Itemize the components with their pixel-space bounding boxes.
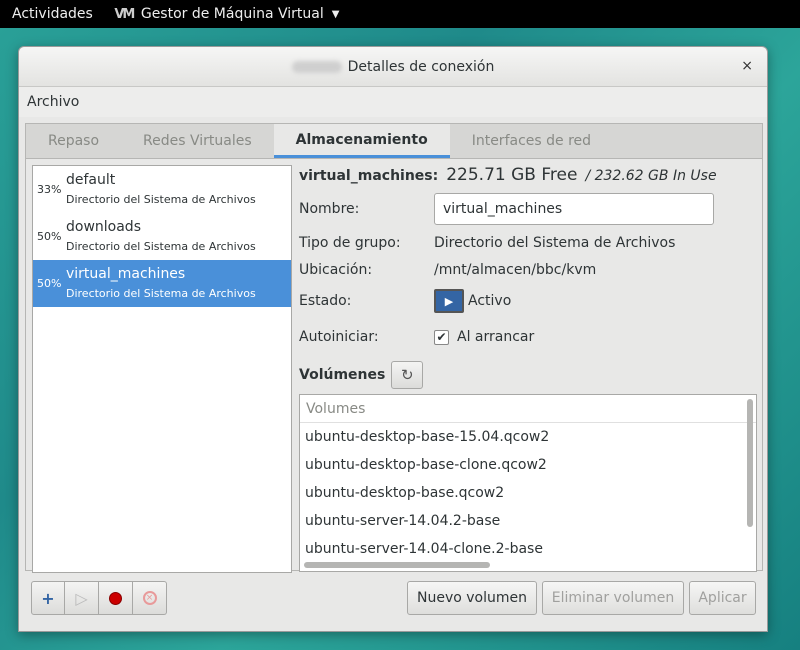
pool-type: Directorio del Sistema de Archivos	[66, 240, 256, 253]
state-value: Activo	[468, 293, 512, 309]
pool-type: Directorio del Sistema de Archivos	[66, 287, 256, 300]
tab-bar: Repaso Redes Virtuales Almacenamiento In…	[25, 123, 763, 159]
virt-manager-logo-icon: VM	[114, 6, 135, 22]
app-menu[interactable]: VM Gestor de Máquina Virtual ▼	[105, 4, 340, 24]
name-row: Nombre:	[299, 193, 714, 225]
refresh-volumes-button[interactable]: ↻	[391, 361, 424, 389]
volumes-list: Volumes ubuntu-desktop-base-15.04.qcow2 …	[299, 394, 757, 572]
pool-name: virtual_machines	[66, 266, 186, 282]
tab-virtual-networks[interactable]: Redes Virtuales	[121, 124, 274, 158]
record-icon	[109, 591, 122, 605]
type-value: Directorio del Sistema de Archivos	[434, 235, 676, 251]
stop-pool-button[interactable]	[99, 581, 133, 615]
connection-details-window: Detalles de conexión × Archivo Repaso Re…	[18, 46, 768, 632]
pool-item-default[interactable]: 33% default Directorio del Sistema de Ar…	[33, 166, 291, 213]
vertical-scrollbar[interactable]	[747, 399, 753, 527]
tab-overview[interactable]: Repaso	[26, 124, 121, 158]
location-value: /mnt/almacen/bbc/kvm	[434, 262, 597, 278]
pool-item-virtual-machines[interactable]: 50% virtual_machines Directorio del Sist…	[33, 260, 291, 307]
location-row: Ubicación: /mnt/almacen/bbc/kvm	[299, 262, 596, 278]
pool-usage-percent: 33%	[37, 183, 62, 196]
pool-name: default	[66, 172, 116, 188]
volumes-header-row: Volúmenes ↻	[299, 361, 424, 389]
list-item[interactable]: ubuntu-server-14.04-clone.2-base	[300, 535, 756, 563]
storage-panel: 33% default Directorio del Sistema de Ar…	[25, 159, 763, 573]
app-name: Gestor de Máquina Virtual	[140, 6, 324, 22]
list-item[interactable]: ubuntu-desktop-base-clone.qcow2	[300, 451, 756, 479]
start-pool-button[interactable]: ▷	[65, 581, 99, 615]
pool-usage-percent: 50%	[37, 277, 62, 290]
close-icon[interactable]: ×	[741, 58, 753, 74]
title-bar: Detalles de conexión ×	[19, 47, 767, 87]
new-volume-button[interactable]: Nuevo volumen	[407, 581, 537, 615]
play-icon: ▷	[75, 588, 88, 608]
volumes-column-header[interactable]: Volumes	[300, 395, 756, 423]
pool-in-use: / 232.62 GB In Use	[585, 168, 717, 184]
state-label: Estado:	[299, 293, 352, 309]
top-bar: Actividades VM Gestor de Máquina Virtual…	[0, 0, 800, 28]
menu-bar: Archivo	[19, 87, 767, 117]
pool-free-space: 225.71 GB Free	[446, 165, 578, 185]
delete-pool-button[interactable]: ×	[133, 581, 167, 615]
blurred-host-name	[291, 60, 342, 73]
pool-summary: virtual_machines: 225.71 GB Free / 232.6…	[299, 165, 759, 189]
delete-volume-button[interactable]: Eliminar volumen	[542, 581, 684, 615]
monitor-play-icon: ▶	[434, 289, 464, 313]
autostart-value: Al arrancar	[457, 329, 535, 345]
list-item[interactable]: ubuntu-desktop-base.qcow2	[300, 479, 756, 507]
refresh-icon: ↻	[401, 366, 414, 384]
type-label: Tipo de grupo:	[299, 235, 401, 251]
volumes-label: Volúmenes	[299, 367, 386, 383]
autostart-row: Autoiniciar: ✔ Al arrancar	[299, 329, 534, 345]
type-row: Tipo de grupo: Directorio del Sistema de…	[299, 235, 675, 251]
delete-icon: ×	[142, 591, 157, 605]
state-row: Estado: ▶ Activo	[299, 289, 511, 313]
pool-item-downloads[interactable]: 50% downloads Directorio del Sistema de …	[33, 213, 291, 260]
apply-button[interactable]: Aplicar	[689, 581, 756, 615]
pool-toolbar: + ▷ ×	[31, 581, 167, 615]
pool-name: downloads	[66, 219, 141, 235]
add-pool-button[interactable]: +	[31, 581, 65, 615]
menu-file[interactable]: Archivo	[27, 94, 79, 110]
selected-pool-name: virtual_machines:	[299, 168, 439, 184]
horizontal-scrollbar[interactable]	[304, 562, 490, 568]
location-label: Ubicación:	[299, 262, 373, 278]
plus-icon: +	[41, 588, 55, 608]
autostart-checkbox[interactable]: ✔	[434, 329, 449, 345]
name-label: Nombre:	[299, 201, 360, 217]
list-item[interactable]: ubuntu-desktop-base-15.04.qcow2	[300, 423, 756, 451]
tab-storage[interactable]: Almacenamiento	[273, 124, 450, 158]
pool-name-input[interactable]	[434, 193, 714, 225]
pool-type: Directorio del Sistema de Archivos	[66, 193, 256, 206]
window-title: Detalles de conexión	[347, 58, 495, 75]
pool-details: virtual_machines: 225.71 GB Free / 232.6…	[299, 165, 759, 572]
storage-pool-list: 33% default Directorio del Sistema de Ar…	[32, 165, 292, 573]
autostart-label: Autoiniciar:	[299, 329, 379, 345]
pool-usage-percent: 50%	[37, 230, 62, 243]
chevron-down-icon: ▼	[331, 8, 340, 20]
tab-network-interfaces[interactable]: Interfaces de red	[450, 124, 613, 158]
activities-button[interactable]: Actividades	[0, 6, 105, 22]
list-item[interactable]: ubuntu-server-14.04.2-base	[300, 507, 756, 535]
